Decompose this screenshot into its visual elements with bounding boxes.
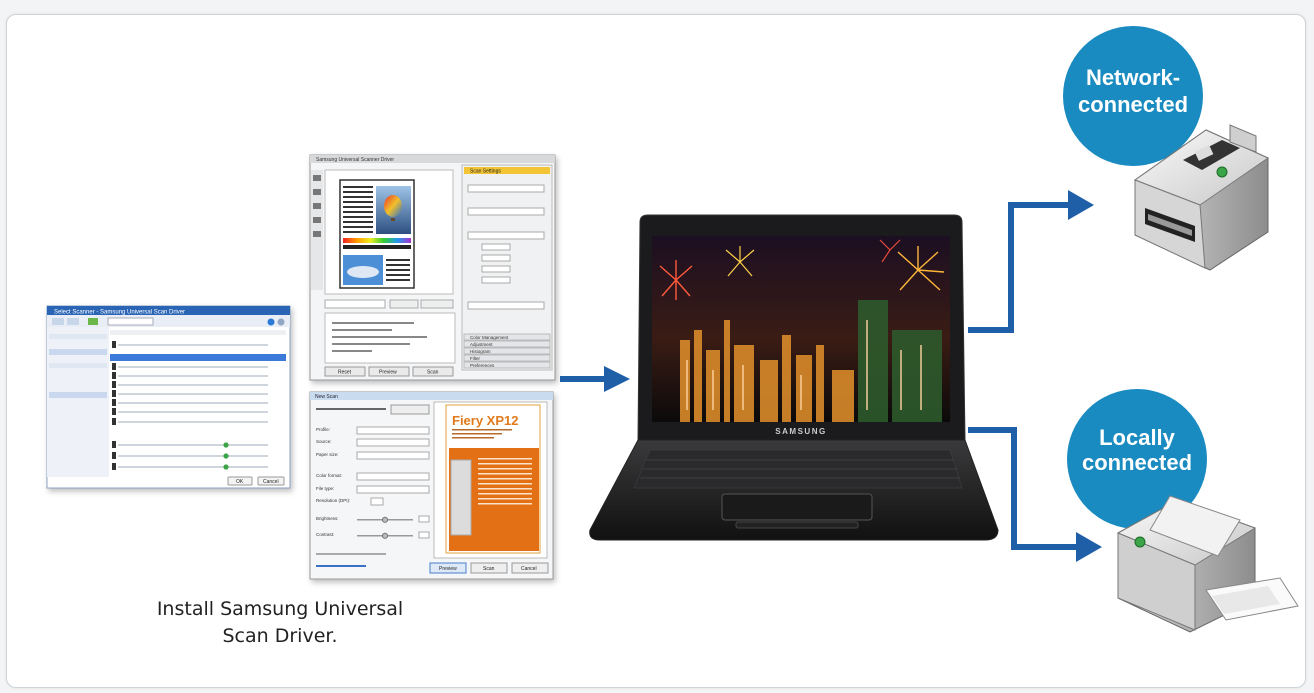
laptop: SAMSUNG [589,214,999,541]
network-badge-line1: Network- [1086,65,1180,90]
svg-text:Brightness:: Brightness: [316,516,339,521]
laptop-touchpad [721,493,873,521]
install-caption-line2: Scan Driver. [222,625,338,647]
svg-text:Resolution (DPI):: Resolution (DPI): [316,498,350,503]
svg-text:Cancel: Cancel [521,566,537,572]
svg-text:Paper size:: Paper size: [316,452,339,457]
svg-text:Scan: Scan [427,370,439,376]
change-scanner-button[interactable] [390,404,430,415]
arrow-to-network-printer [968,190,1094,333]
local-printer: Locally connected [1067,389,1299,633]
svg-text:Histogram: Histogram [470,349,491,354]
svg-text:Source:: Source: [316,439,332,444]
scan-driver-title: Samsung Universal Scanner Driver [316,157,394,163]
arrow-to-laptop [560,366,630,392]
svg-text:Scan: Scan [483,566,495,572]
new-scan-window: New Scan Profile: Source: Paper size: Co… [309,391,554,580]
network-badge-line2: connected [1078,92,1188,117]
new-scan-title: New Scan [315,394,338,400]
select-scanner-window: Select Scanner - Samsung Universal Scan … [46,305,291,489]
svg-text:File type:: File type: [316,486,334,491]
svg-text:Profile:: Profile: [316,427,330,432]
scan-driver-window: Samsung Universal Scanner Driver Reset P… [309,154,556,381]
preview-document-title: Fiery XP12 [452,413,519,428]
network-printer: Network- connected [1063,26,1270,271]
new-scan-titlebar [310,392,553,400]
svg-text:Cancel: Cancel [263,479,279,485]
svg-text:Contrast:: Contrast: [316,532,334,537]
install-caption-line1: Install Samsung Universal [156,598,404,620]
svg-text:Reset: Reset [338,370,352,376]
svg-text:Scan Settings: Scan Settings [470,169,501,175]
diagram-canvas: Select Scanner - Samsung Universal Scan … [46,26,1299,633]
svg-text:Preview: Preview [379,370,397,376]
svg-text:Color Management: Color Management [470,335,509,340]
select-scanner-title: Select Scanner - Samsung Universal Scan … [54,310,185,316]
svg-text:Color format:: Color format: [316,473,342,478]
svg-text:Preferences: Preferences [470,363,495,368]
local-badge-line1: Locally [1099,425,1176,450]
svg-text:Filter: Filter [470,356,481,361]
svg-text:OK: OK [236,479,244,485]
local-badge-line2: connected [1082,450,1192,475]
laptop-brand: SAMSUNG [775,427,826,436]
svg-text:Adjustment: Adjustment [470,342,493,347]
install-caption: Install Samsung Universal Scan Driver. [100,596,460,650]
svg-text:Preview: Preview [439,566,457,572]
